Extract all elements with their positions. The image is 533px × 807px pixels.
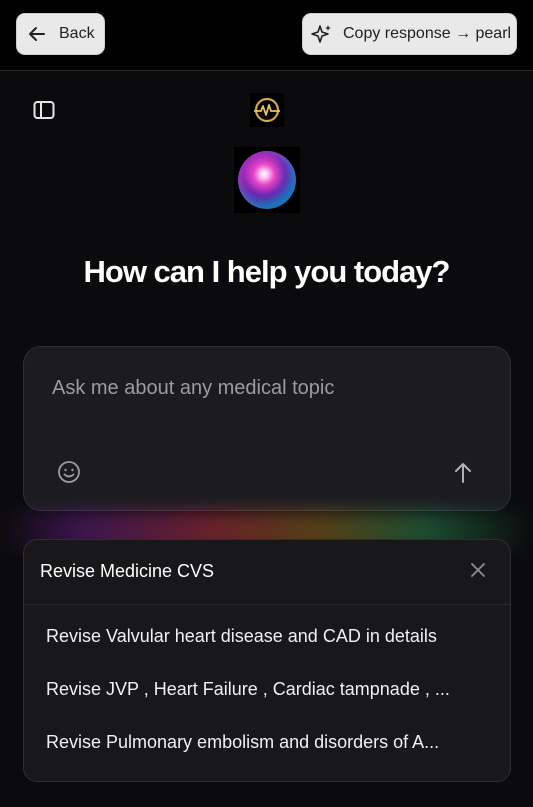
brand-logo-icon <box>250 93 284 127</box>
chat-main: How can I help you today? Ask me about a… <box>0 70 533 807</box>
top-bar: Back Copy response → pearl <box>0 0 533 70</box>
orb-image <box>238 151 296 209</box>
close-icon[interactable] <box>470 562 486 578</box>
suggestion-panel: Revise Medicine CVS Revise Valvular hear… <box>23 539 511 782</box>
suggestion-item[interactable]: Revise JVP , Heart Failure , Cardiac tam… <box>46 679 491 700</box>
suggestion-header: Revise Medicine CVS <box>24 540 510 605</box>
chat-input-placeholder[interactable]: Ask me about any medical topic <box>52 377 334 400</box>
arrow-up-icon[interactable] <box>452 461 474 485</box>
assistant-avatar <box>234 147 300 213</box>
back-button[interactable]: Back <box>16 13 105 55</box>
chat-input-box[interactable]: Ask me about any medical topic <box>23 346 511 511</box>
smiley-icon[interactable] <box>57 460 81 484</box>
sparkle-icon <box>311 25 331 43</box>
arrow-left-icon <box>29 27 45 41</box>
back-label: Back <box>59 25 95 42</box>
copy-response-button[interactable]: Copy response → pearl <box>302 13 517 55</box>
sidebar-toggle-icon[interactable] <box>33 100 55 120</box>
suggestion-title: Revise Medicine CVS <box>40 561 215 581</box>
page-title: How can I help you today? <box>83 254 451 289</box>
suggestion-item[interactable]: Revise Pulmonary embolism and disorders … <box>46 732 491 753</box>
copy-response-label: Copy response → pearl <box>343 25 512 42</box>
suggestion-item[interactable]: Revise Valvular heart disease and CAD in… <box>46 626 491 647</box>
